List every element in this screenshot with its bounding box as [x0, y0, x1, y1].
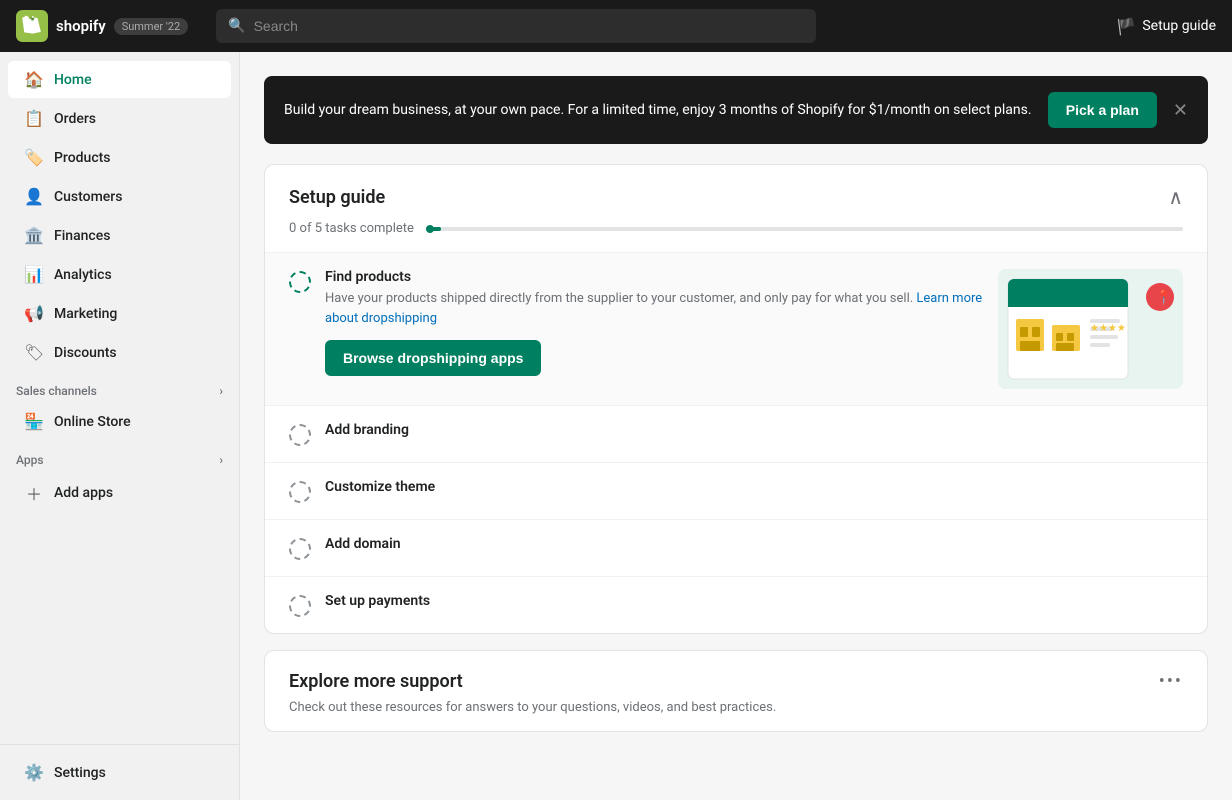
task-list: Find products Have your products shipped… — [265, 252, 1207, 633]
svg-text:📍: 📍 — [1155, 289, 1172, 306]
task-circle-set-up-payments — [289, 595, 311, 617]
task-title-customize-theme: Customize theme — [325, 479, 1183, 495]
customers-icon: 👤 — [24, 187, 44, 206]
task-item-customize-theme[interactable]: Customize theme — [265, 462, 1207, 519]
task-item-add-domain[interactable]: Add domain — [265, 519, 1207, 576]
sidebar-item-label: Finances — [54, 228, 110, 244]
task-content-add-domain: Add domain — [325, 536, 1183, 556]
finances-icon: 🏛️ — [24, 226, 44, 245]
task-item-add-branding[interactable]: Add branding — [265, 405, 1207, 462]
sidebar-item-marketing[interactable]: 📢 Marketing — [8, 295, 231, 332]
progress-container: 0 of 5 tasks complete — [265, 221, 1207, 252]
orders-icon: 📋 — [24, 109, 44, 128]
sales-channels-chevron[interactable]: › — [219, 384, 223, 398]
layout: 🏠 Home 📋 Orders 🏷️ Products 👤 Customers … — [0, 52, 1232, 800]
task-title-set-up-payments: Set up payments — [325, 593, 1183, 609]
sidebar-item-label: Marketing — [54, 306, 117, 322]
sidebar-item-label: Online Store — [54, 414, 131, 430]
sidebar-item-label: Orders — [54, 111, 96, 127]
marketing-icon: 📢 — [24, 304, 44, 323]
search-icon: 🔍 — [228, 18, 245, 34]
progress-dot — [426, 225, 434, 233]
sidebar-item-label: Home — [54, 72, 92, 88]
sales-channels-section: Sales channels › — [0, 372, 239, 402]
apps-section: Apps › — [0, 441, 239, 471]
topbar: shopify Summer '22 🔍 🏴 Setup guide — [0, 0, 1232, 52]
support-card: Explore more support ••• Check out these… — [264, 650, 1208, 732]
sidebar-item-label: Discounts — [54, 345, 117, 361]
task-content-find-products: Find products Have your products shipped… — [325, 269, 984, 376]
sidebar-item-label: Customers — [54, 189, 122, 205]
task-circle-add-domain — [289, 538, 311, 560]
sidebar: 🏠 Home 📋 Orders 🏷️ Products 👤 Customers … — [0, 52, 240, 800]
search-bar[interactable]: 🔍 — [216, 9, 816, 43]
sidebar-item-label: Add apps — [54, 485, 113, 501]
sidebar-item-add-apps[interactable]: ＋ Add apps — [8, 472, 231, 514]
sidebar-bottom: ⚙️ Settings — [0, 744, 239, 792]
task-illustration: ★★★★ 📍 — [998, 269, 1183, 389]
search-input[interactable] — [254, 18, 805, 34]
sidebar-item-settings[interactable]: ⚙️ Settings — [8, 754, 231, 791]
apps-label: Apps — [16, 453, 44, 467]
task-desc-find-products: Have your products shipped directly from… — [325, 289, 984, 328]
apps-chevron[interactable]: › — [219, 453, 223, 467]
sidebar-item-products[interactable]: 🏷️ Products — [8, 139, 231, 176]
home-icon: 🏠 — [24, 70, 44, 89]
setup-guide-header: Setup guide ∧ — [265, 165, 1207, 221]
svg-text:★★★★: ★★★★ — [1090, 323, 1126, 334]
sidebar-item-customers[interactable]: 👤 Customers — [8, 178, 231, 215]
setup-guide-card: Setup guide ∧ 0 of 5 tasks complete Find… — [264, 164, 1208, 634]
progress-text: 0 of 5 tasks complete — [289, 221, 414, 236]
banner-text: Build your dream business, at your own p… — [284, 100, 1032, 121]
settings-icon: ⚙️ — [24, 763, 44, 782]
task-content-customize-theme: Customize theme — [325, 479, 1183, 499]
version-badge: Summer '22 — [114, 18, 188, 35]
task-circle-customize-theme — [289, 481, 311, 503]
online-store-icon: 🏪 — [24, 412, 44, 431]
add-icon: ＋ — [24, 481, 44, 505]
task-circle-add-branding — [289, 424, 311, 446]
task-content-set-up-payments: Set up payments — [325, 593, 1183, 613]
more-options-icon[interactable]: ••• — [1159, 671, 1183, 692]
dropshipping-link[interactable]: Learn more about dropshipping — [325, 291, 982, 326]
setup-guide-title: Setup guide — [289, 187, 385, 208]
browse-apps-button[interactable]: Browse dropshipping apps — [325, 340, 541, 376]
support-title: Explore more support — [289, 671, 463, 692]
sidebar-item-finances[interactable]: 🏛️ Finances — [8, 217, 231, 254]
sidebar-item-label: Products — [54, 150, 111, 166]
support-card-header: Explore more support ••• — [265, 651, 1207, 700]
task-title-add-branding: Add branding — [325, 422, 1183, 438]
pick-plan-button[interactable]: Pick a plan — [1048, 92, 1157, 128]
collapse-icon[interactable]: ∧ — [1168, 185, 1183, 209]
flag-icon: 🏴 — [1116, 17, 1136, 36]
task-title-add-domain: Add domain — [325, 536, 1183, 552]
analytics-icon: 📊 — [24, 265, 44, 284]
sales-channels-label: Sales channels — [16, 384, 97, 398]
main-content: Build your dream business, at your own p… — [240, 52, 1232, 800]
sidebar-item-analytics[interactable]: 📊 Analytics — [8, 256, 231, 293]
sidebar-item-label: Analytics — [54, 267, 112, 283]
topbar-right: 🏴 Setup guide — [1116, 17, 1216, 36]
promotional-banner: Build your dream business, at your own p… — [264, 76, 1208, 144]
sidebar-item-discounts[interactable]: 🏷 Discounts — [8, 334, 231, 371]
logo[interactable]: shopify Summer '22 — [16, 10, 188, 42]
support-description: Check out these resources for answers to… — [265, 700, 1207, 731]
task-item-set-up-payments[interactable]: Set up payments — [265, 576, 1207, 633]
setup-guide-button[interactable]: 🏴 Setup guide — [1116, 17, 1216, 36]
setup-guide-label: Setup guide — [1142, 18, 1216, 34]
task-circle-find-products — [289, 271, 311, 293]
progress-bar — [426, 227, 1183, 231]
sidebar-item-online-store[interactable]: 🏪 Online Store — [8, 403, 231, 440]
brand-name: shopify — [56, 17, 106, 35]
products-icon: 🏷️ — [24, 148, 44, 167]
discounts-icon: 🏷 — [24, 343, 44, 362]
close-icon[interactable]: ✕ — [1173, 100, 1188, 121]
task-item-find-products[interactable]: Find products Have your products shipped… — [265, 252, 1207, 405]
sidebar-item-home[interactable]: 🏠 Home — [8, 61, 231, 98]
task-title-find-products: Find products — [325, 269, 984, 285]
sidebar-item-orders[interactable]: 📋 Orders — [8, 100, 231, 137]
task-content-add-branding: Add branding — [325, 422, 1183, 442]
sidebar-item-label: Settings — [54, 765, 106, 781]
